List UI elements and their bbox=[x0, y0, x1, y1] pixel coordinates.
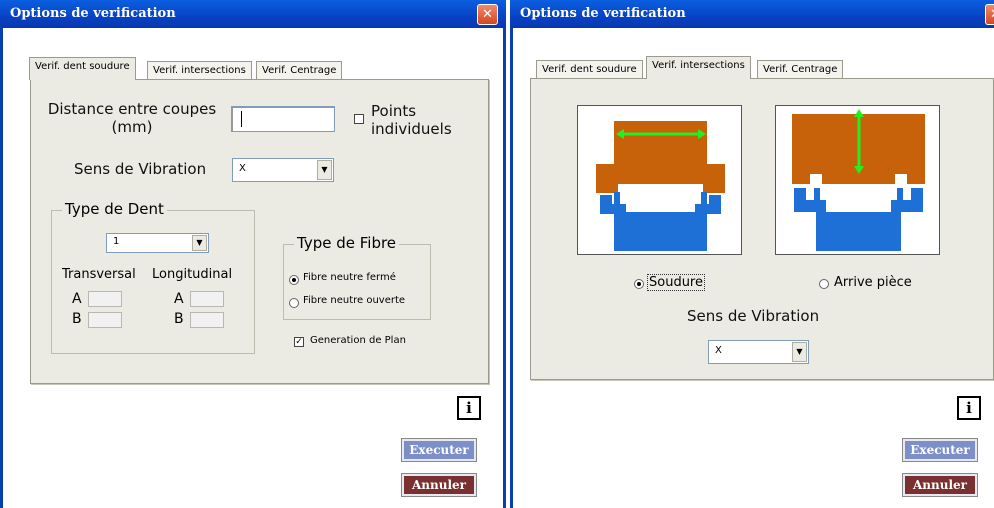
longitudinal-b-label: B bbox=[174, 311, 184, 327]
transversal-b-field[interactable] bbox=[88, 312, 122, 328]
sens-vibration-select[interactable]: X ▼ bbox=[708, 340, 809, 364]
type-dent-legend: Type de Dent bbox=[62, 200, 167, 218]
transversal-a-label: A bbox=[72, 291, 82, 307]
distance-input[interactable] bbox=[231, 106, 335, 132]
soudure-radio[interactable] bbox=[634, 279, 644, 289]
info-icon[interactable]: i bbox=[957, 396, 981, 420]
transversal-b-label: B bbox=[72, 311, 82, 327]
distance-label-line1: Distance entre coupes bbox=[47, 100, 217, 118]
sens-vibration-label: Sens de Vibration bbox=[74, 160, 207, 178]
tab-verif-dent-soudure[interactable]: Verif. dent soudure bbox=[536, 60, 643, 79]
fibre-ferme-label: Fibre neutre fermé bbox=[303, 272, 396, 283]
distance-label-line2: (mm) bbox=[111, 118, 153, 136]
arrive-piece-label: Arrive pièce bbox=[834, 275, 912, 290]
tab-verif-intersections[interactable]: Verif. intersections bbox=[646, 56, 751, 79]
points-label-line1: Points bbox=[371, 102, 417, 120]
dropdown-arrow-icon[interactable]: ▼ bbox=[317, 160, 332, 180]
tab-verif-intersections[interactable]: Verif. intersections bbox=[147, 61, 252, 80]
tab-verif-centrage[interactable]: Verif. Centrage bbox=[757, 60, 844, 79]
fibre-ouverte-radio[interactable] bbox=[289, 298, 299, 308]
arrive-piece-radio[interactable] bbox=[819, 279, 829, 289]
execute-button[interactable]: Executer bbox=[401, 438, 477, 462]
transversal-a-field[interactable] bbox=[88, 291, 122, 307]
close-icon[interactable]: ✕ bbox=[477, 4, 498, 25]
fibre-ferme-radio[interactable] bbox=[289, 275, 299, 285]
title-bar: Options de verification ✕ bbox=[0, 0, 506, 28]
type-fibre-group: Type de Fibre Fibre neutre fermé Fibre n… bbox=[283, 234, 431, 320]
sens-vibration-label: Sens de Vibration bbox=[687, 307, 820, 325]
longitudinal-b-field[interactable] bbox=[190, 312, 224, 328]
info-icon[interactable]: i bbox=[457, 396, 481, 420]
tab-verif-centrage[interactable]: Verif. Centrage bbox=[256, 61, 343, 80]
generation-plan-label: Generation de Plan bbox=[310, 335, 406, 346]
tab-panel: Soudure Arrive pièce Sens de Vibration X… bbox=[530, 78, 994, 380]
longitudinal-a-label: A bbox=[174, 291, 184, 307]
arrive-piece-image bbox=[775, 105, 940, 255]
title-bar: Options de verification ✕ bbox=[510, 0, 994, 28]
points-label-line2: individuels bbox=[371, 120, 452, 138]
points-individuels-checkbox[interactable] bbox=[354, 114, 364, 124]
type-dent-select[interactable]: 1 ▼ bbox=[106, 233, 209, 253]
generation-plan-checkbox[interactable]: ✓ bbox=[294, 337, 304, 347]
sens-vibration-value: X bbox=[239, 163, 246, 174]
tab-bar: Verif. dent soudure Verif. intersections… bbox=[531, 56, 871, 79]
text-cursor bbox=[241, 111, 242, 127]
longitudinal-label: Longitudinal bbox=[152, 267, 233, 282]
type-fibre-legend: Type de Fibre bbox=[294, 234, 400, 252]
dialog-window-intersections: Options de verification ✕ Verif. dent so… bbox=[510, 0, 994, 508]
dropdown-arrow-icon[interactable]: ▼ bbox=[192, 235, 207, 251]
execute-button[interactable]: Executer bbox=[902, 438, 978, 462]
sens-vibration-value: X bbox=[715, 345, 722, 356]
dialog-window-dent-soudure: Options de verification ✕ Verif. dent so… bbox=[0, 0, 506, 508]
soudure-label: Soudure bbox=[647, 274, 705, 291]
sens-vibration-select[interactable]: X ▼ bbox=[232, 158, 334, 182]
soudure-image bbox=[577, 105, 742, 255]
tab-panel: Distance entre coupes (mm) Points indivi… bbox=[30, 79, 489, 384]
tab-bar: Verif. dent soudure Verif. intersections… bbox=[23, 57, 363, 80]
longitudinal-a-field[interactable] bbox=[190, 291, 224, 307]
window-title: Options de verification bbox=[520, 6, 686, 21]
distance-label: Distance entre coupes (mm) bbox=[47, 100, 217, 136]
dropdown-arrow-icon[interactable]: ▼ bbox=[792, 342, 807, 362]
transversal-label: Transversal bbox=[62, 267, 136, 282]
points-individuels-label: Points individuels bbox=[371, 102, 452, 138]
tab-verif-dent-soudure[interactable]: Verif. dent soudure bbox=[29, 57, 136, 80]
cancel-button[interactable]: Annuler bbox=[401, 473, 477, 497]
close-icon[interactable]: ✕ bbox=[985, 4, 994, 25]
cancel-button[interactable]: Annuler bbox=[902, 473, 978, 497]
type-dent-value: 1 bbox=[113, 236, 120, 247]
window-title: Options de verification bbox=[10, 6, 176, 21]
fibre-ouverte-label: Fibre neutre ouverte bbox=[303, 295, 406, 306]
type-dent-group: Type de Dent 1 ▼ Transversal Longitudina… bbox=[51, 200, 255, 354]
